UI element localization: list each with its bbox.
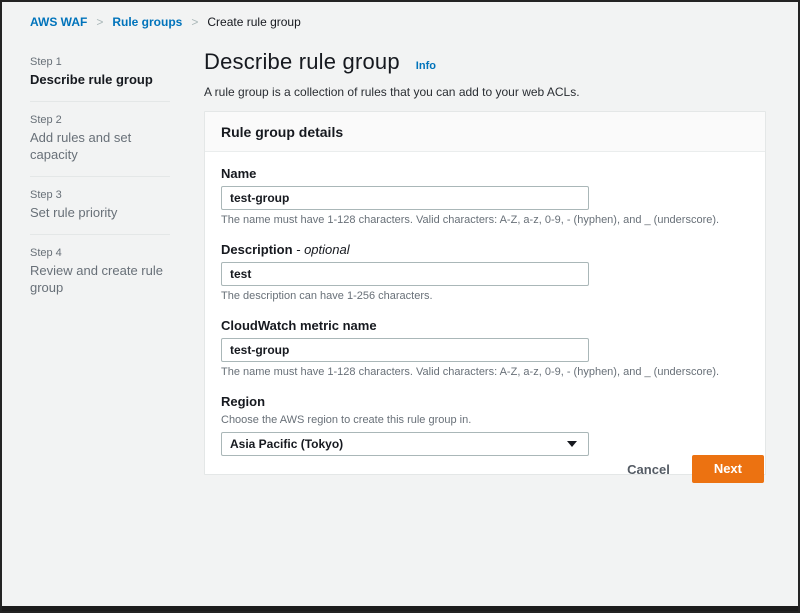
breadcrumb-separator-icon: > xyxy=(191,15,198,29)
caret-down-icon xyxy=(567,441,577,447)
window-bottom-edge xyxy=(2,606,798,611)
description-hint: The description can have 1-256 character… xyxy=(221,290,749,302)
rule-group-details-card: Rule group details Name The name must ha… xyxy=(204,111,766,475)
cancel-button[interactable]: Cancel xyxy=(627,462,670,477)
step-title: Describe rule group xyxy=(30,71,170,88)
card-title: Rule group details xyxy=(205,112,765,152)
wizard-actions: Cancel Next xyxy=(627,455,764,483)
breadcrumb-current-page: Create rule group xyxy=(207,15,300,29)
name-field-group: Name The name must have 1-128 characters… xyxy=(221,166,749,226)
step-divider xyxy=(30,176,170,177)
step-title: Set rule priority xyxy=(30,204,170,221)
aws-console-screen: AWS WAF > Rule groups > Create rule grou… xyxy=(0,0,800,613)
description-label: Description - optional xyxy=(221,242,749,257)
main-content: Describe rule group Info A rule group is… xyxy=(204,49,766,475)
description-optional-text: - optional xyxy=(296,242,349,257)
breadcrumb-separator-icon: > xyxy=(96,15,103,29)
description-input[interactable] xyxy=(221,262,589,286)
step-number: Step 2 xyxy=(30,114,170,126)
page-description: A rule group is a collection of rules th… xyxy=(204,85,766,99)
region-description: Choose the AWS region to create this rul… xyxy=(221,414,749,426)
step-divider xyxy=(30,234,170,235)
name-label: Name xyxy=(221,166,749,181)
wizard-step-2: Step 2 Add rules and set capacity xyxy=(30,114,170,163)
metric-label: CloudWatch metric name xyxy=(221,318,749,333)
wizard-steps-sidebar: Step 1 Describe rule group Step 2 Add ru… xyxy=(30,56,170,296)
step-number: Step 4 xyxy=(30,247,170,259)
wizard-step-1: Step 1 Describe rule group xyxy=(30,56,170,88)
step-title: Add rules and set capacity xyxy=(30,129,170,163)
page-title: Describe rule group xyxy=(204,49,400,75)
breadcrumb-link-aws-waf[interactable]: AWS WAF xyxy=(30,15,87,29)
breadcrumb: AWS WAF > Rule groups > Create rule grou… xyxy=(30,15,301,29)
wizard-step-4: Step 4 Review and create rule group xyxy=(30,247,170,296)
wizard-step-3: Step 3 Set rule priority xyxy=(30,189,170,221)
cloudwatch-metric-input[interactable] xyxy=(221,338,589,362)
breadcrumb-link-rule-groups[interactable]: Rule groups xyxy=(112,15,182,29)
next-button[interactable]: Next xyxy=(692,455,764,483)
name-input[interactable] xyxy=(221,186,589,210)
region-select[interactable]: Asia Pacific (Tokyo) xyxy=(221,432,589,456)
metric-hint: The name must have 1-128 characters. Val… xyxy=(221,366,749,378)
region-selected-value: Asia Pacific (Tokyo) xyxy=(230,437,343,451)
name-hint: The name must have 1-128 characters. Val… xyxy=(221,214,749,226)
region-field-group: Region Choose the AWS region to create t… xyxy=(221,394,749,456)
step-number: Step 1 xyxy=(30,56,170,68)
metric-field-group: CloudWatch metric name The name must hav… xyxy=(221,318,749,378)
step-number: Step 3 xyxy=(30,189,170,201)
description-label-text: Description xyxy=(221,242,293,257)
info-link[interactable]: Info xyxy=(416,60,436,72)
step-title: Review and create rule group xyxy=(30,262,170,296)
step-divider xyxy=(30,101,170,102)
description-field-group: Description - optional The description c… xyxy=(221,242,749,302)
region-label: Region xyxy=(221,394,749,409)
